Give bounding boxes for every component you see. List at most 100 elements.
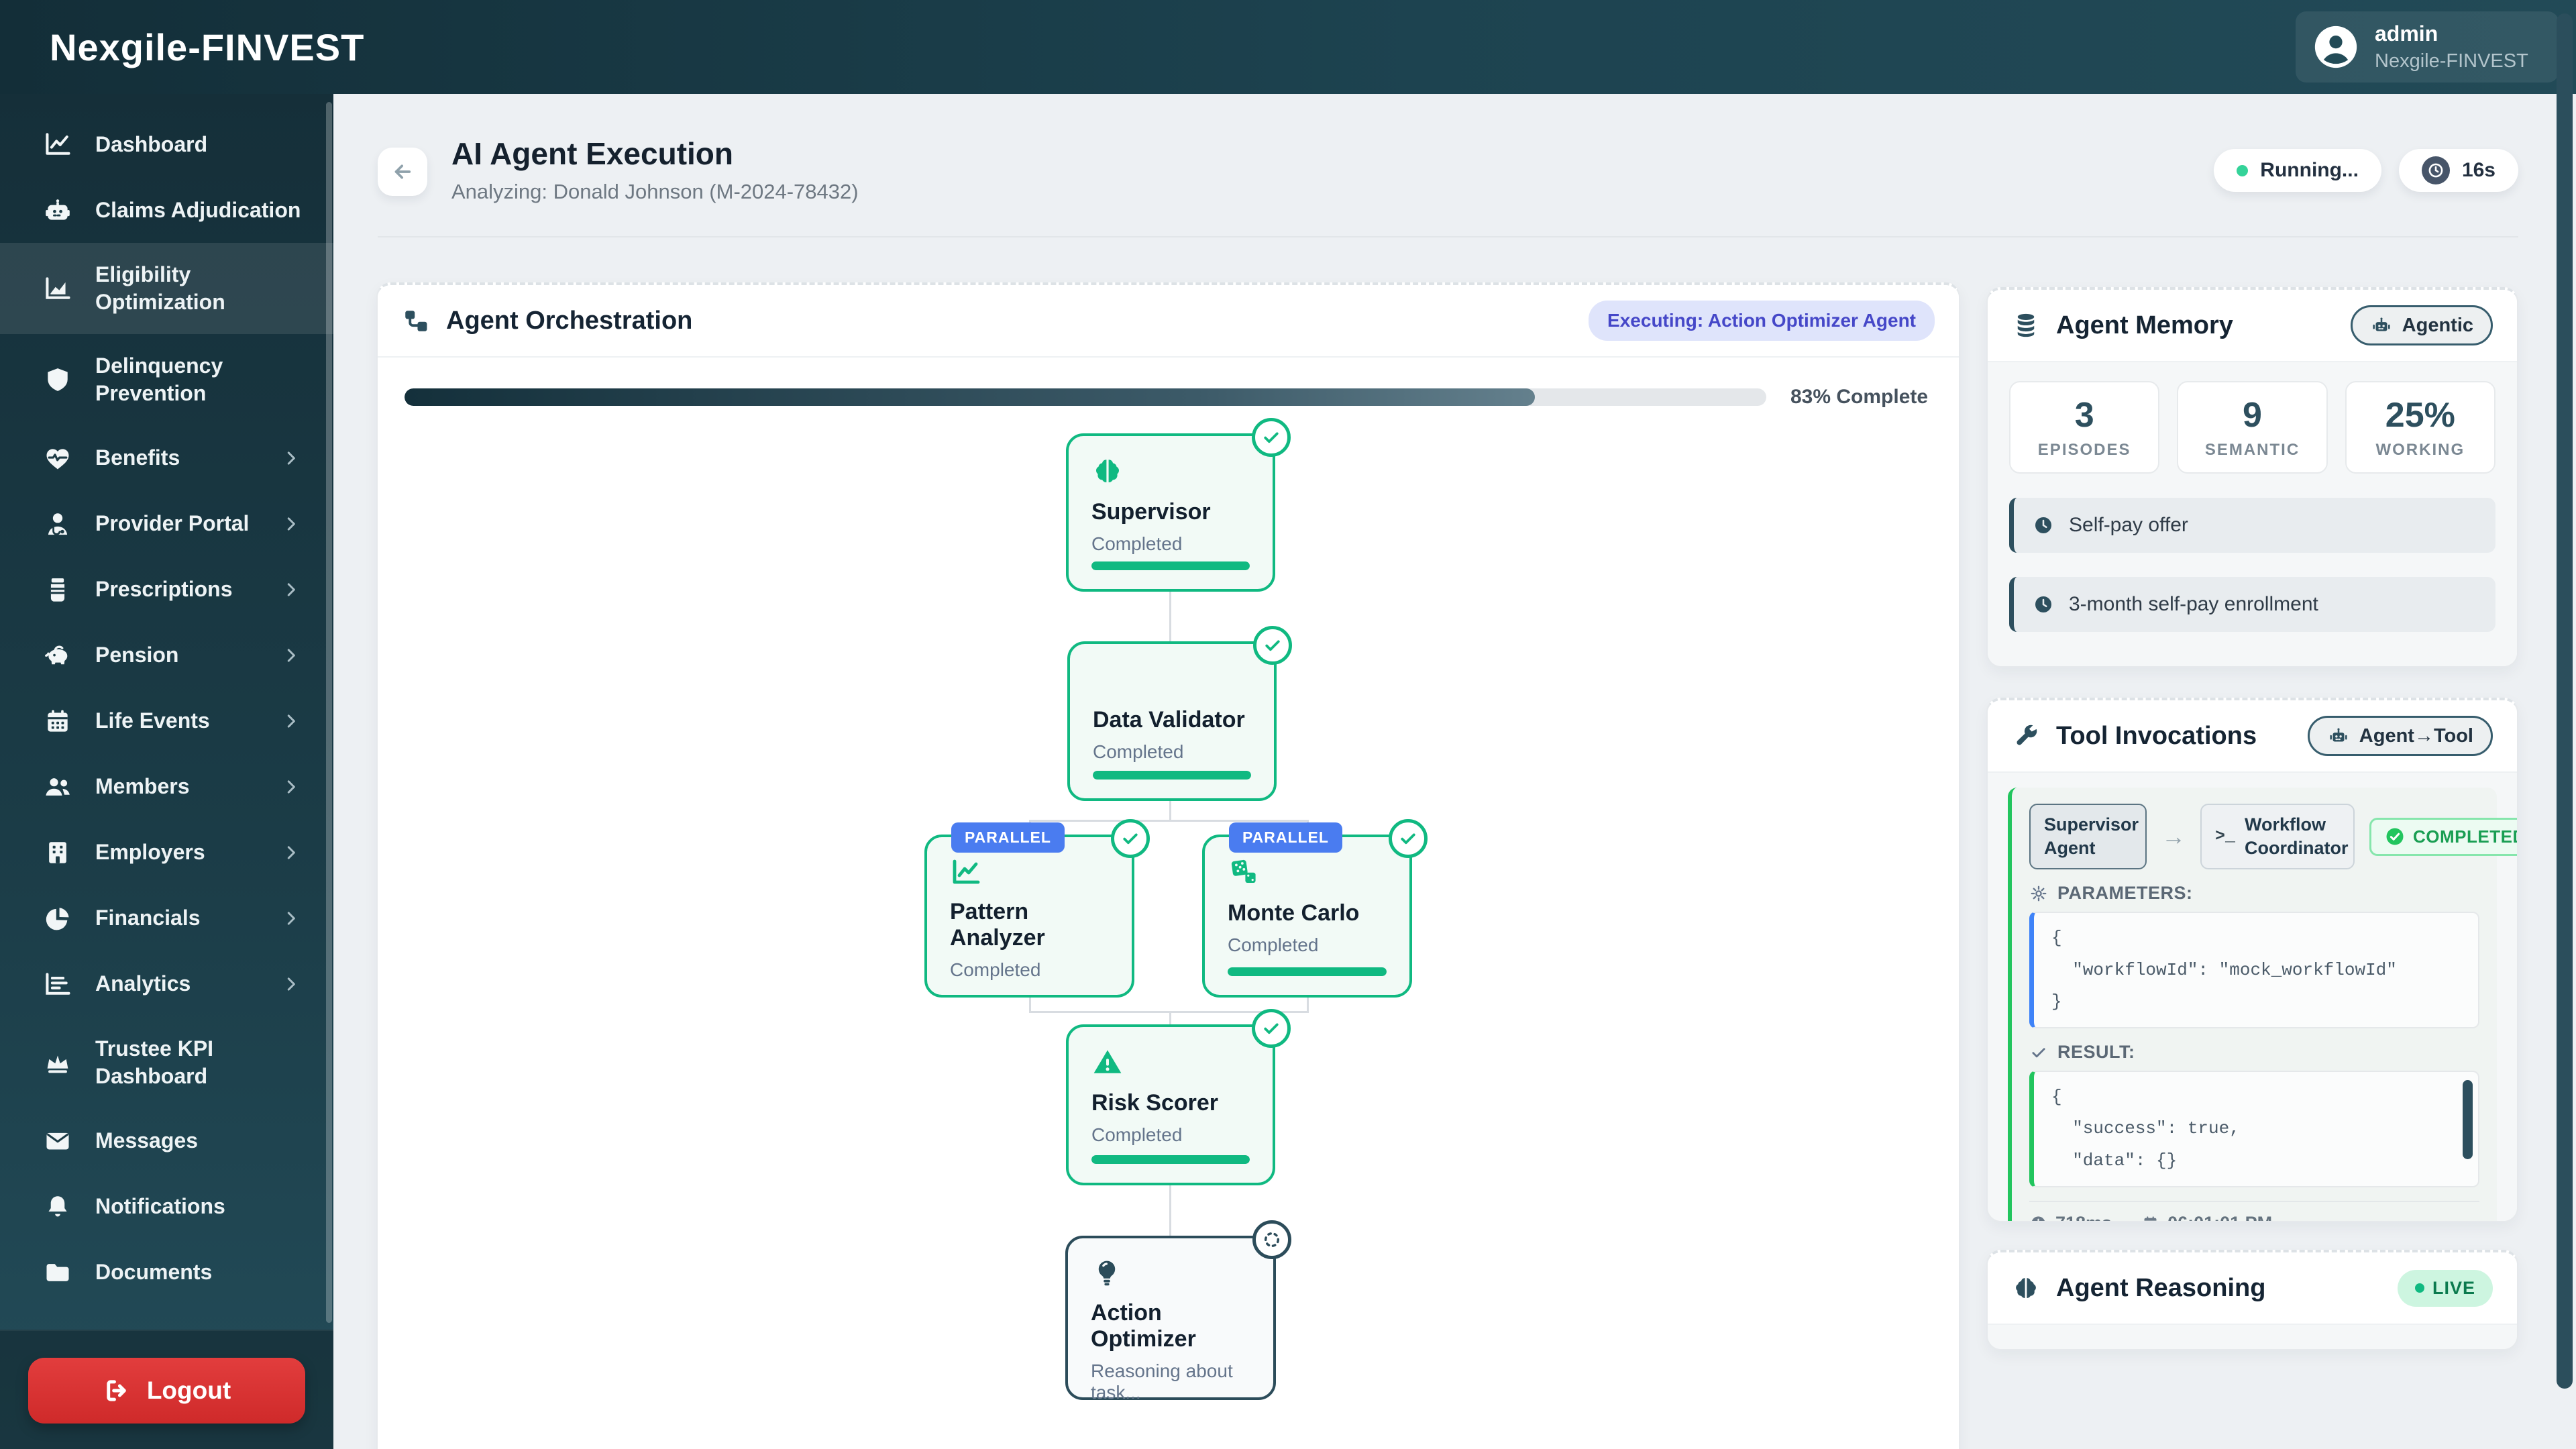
logout-button[interactable]: Logout: [28, 1358, 305, 1424]
back-button[interactable]: [378, 148, 427, 196]
brain-icon: [2016, 1278, 2036, 1298]
live-label: LIVE: [2432, 1277, 2475, 1298]
sidebar-item-financials[interactable]: Financials: [0, 885, 333, 951]
memory-title: Agent Memory: [2056, 311, 2233, 339]
connector: [1169, 801, 1171, 821]
page-scrollbar[interactable]: [2557, 13, 2573, 1389]
wrench-icon: [2017, 724, 2037, 745]
sidebar-item-pension[interactable]: Pension: [0, 623, 333, 688]
sidebar-item-label: Dashboard: [95, 131, 208, 156]
sidebar-item-label: Claims Adjudication: [95, 197, 301, 222]
sidebar-scrollbar[interactable]: [326, 102, 332, 1323]
crown-icon: [47, 1055, 68, 1073]
sidebar-item-eligibility-optimization[interactable]: Eligibility Optimization: [0, 243, 333, 334]
stat-label: WORKING: [2375, 441, 2465, 459]
dice-icon: [1228, 856, 1387, 890]
sidebar-item-label: Financials: [95, 906, 201, 930]
warning-triangle-icon: [1091, 1046, 1250, 1079]
sidebar-item-label: Life Events: [95, 708, 210, 733]
sidebar-item-analytics[interactable]: Analytics: [0, 951, 333, 1017]
sidebar-item-members[interactable]: Members: [0, 754, 333, 820]
reasoning-header: Agent Reasoning LIVE: [1988, 1252, 2517, 1325]
sidebar-item-prescriptions[interactable]: Prescriptions: [0, 557, 333, 623]
flow-canvas: Supervisor Completed Data Validator Comp…: [378, 285, 1959, 1449]
page-subtitle: Analyzing: Donald Johnson (M-2024-78432): [451, 180, 859, 203]
node-progress-fill: [1091, 1155, 1250, 1164]
node-progress-fill: [1093, 771, 1251, 780]
node-status: Completed: [1093, 741, 1184, 762]
code-scrollbar[interactable]: [2463, 1080, 2473, 1160]
piggy-bank-icon: [45, 645, 68, 665]
sidebar-item-life-events[interactable]: Life Events: [0, 688, 333, 754]
connector: [1169, 1185, 1171, 1236]
live-dot-icon: [2414, 1283, 2424, 1293]
check-badge-icon: [1111, 819, 1150, 858]
sidebar-item-label: Employers: [95, 840, 205, 865]
node-status: Completed: [1228, 934, 1319, 955]
spinner-badge-icon: [1252, 1220, 1291, 1259]
chevron-right-icon: [287, 912, 295, 925]
sidebar-item-label: Trustee KPI Dashboard: [95, 1036, 214, 1088]
sidebar-item-label: Members: [95, 774, 190, 799]
agent-tool-badge[interactable]: Agent→Tool: [2307, 716, 2493, 756]
sidebar-item-delinquency-prevention[interactable]: Delinquency Prevention: [0, 334, 333, 425]
tools-header: Tool Invocations Agent→Tool: [1988, 700, 2517, 773]
check-circle-icon: [2386, 828, 2404, 845]
heart-pulse-icon: [46, 449, 69, 470]
connector: [1169, 592, 1171, 641]
sidebar-item-employers[interactable]: Employers: [0, 820, 333, 885]
sidebar-item-label: Provider Portal: [95, 511, 250, 536]
user-menu[interactable]: admin Nexgile-FINVEST: [2296, 11, 2559, 83]
memory-item: Self-pay offer: [2009, 498, 2496, 553]
sidebar-item-label: Eligibility Optimization: [95, 262, 225, 314]
sidebar-item-notifications[interactable]: Notifications: [0, 1174, 333, 1240]
sidebar-nav: Dashboard Claims Adjudication Eligibilit…: [0, 94, 333, 1305]
sidebar-item-documents[interactable]: Documents: [0, 1240, 333, 1305]
gear-icon: [2031, 885, 2047, 902]
sidebar-item-benefits[interactable]: Benefits: [0, 425, 333, 491]
terminal-icon: >_: [2215, 826, 2236, 846]
agentic-badge[interactable]: Agentic: [2350, 305, 2493, 345]
sidebar-item-provider-portal[interactable]: Provider Portal: [0, 491, 333, 557]
flow-node-supervisor[interactable]: Supervisor Completed: [1066, 418, 1291, 592]
check-icon: [2032, 1047, 2045, 1057]
node-status: Completed: [1091, 1124, 1183, 1145]
stat-semantic: 9 SEMANTIC: [2177, 381, 2328, 474]
stat-value: 25%: [2385, 396, 2455, 435]
flow-node-monte-carlo[interactable]: PARALLEL Monte Carlo Completed: [1202, 819, 1428, 998]
stat-episodes: 3 EPISODES: [2009, 381, 2160, 474]
sidebar: Dashboard Claims Adjudication Eligibilit…: [0, 94, 333, 1449]
folder-icon: [46, 1263, 69, 1281]
sidebar-item-messages[interactable]: Messages: [0, 1108, 333, 1174]
arrow-right-icon: →: [2161, 822, 2186, 851]
header-status-pills: Running... 16s: [2214, 149, 2518, 192]
flow-node-data-validator[interactable]: Data Validator Completed: [1067, 626, 1292, 801]
memory-item: 3-month self-pay enrollment: [2009, 577, 2496, 632]
status-label: Running...: [2260, 159, 2359, 181]
connector: [1029, 996, 1031, 1012]
flow-node-pattern-analyzer[interactable]: PARALLEL Pattern Analyzer Completed: [924, 819, 1150, 998]
node-title: Action Optimizer: [1091, 1300, 1196, 1352]
invocation-divider: [2029, 1201, 2479, 1203]
sidebar-item-trustee-kpi-dashboard[interactable]: Trustee KPI Dashboard: [0, 1017, 333, 1108]
node-title: Supervisor: [1091, 499, 1211, 525]
chevron-right-icon: [287, 451, 295, 465]
result-code-block: { "success": true, "data": {}: [2029, 1071, 2479, 1188]
calendar-icon: [48, 710, 68, 732]
sidebar-item-claims-adjudication[interactable]: Claims Adjudication: [0, 177, 333, 243]
tools-body: Supervisor Agent → >_ Workflow Coordinat…: [1988, 773, 2517, 1221]
invocation-meta: 718ms 06:01:01 PM: [2029, 1213, 2479, 1221]
sidebar-item-dashboard[interactable]: Dashboard: [0, 111, 333, 177]
node-icon-placeholder: [1093, 663, 1251, 696]
chevron-right-icon: [287, 977, 295, 991]
flow-node-action-optimizer[interactable]: Action Optimizer Reasoning about task...: [1065, 1220, 1291, 1403]
flow-node-risk-scorer[interactable]: Risk Scorer Completed: [1066, 1009, 1291, 1185]
elapsed-label: 16s: [2461, 159, 2496, 181]
check-badge-icon: [1252, 1009, 1291, 1048]
parameters-label: PARAMETERS:: [2057, 883, 2193, 904]
avatar-icon: [2314, 25, 2357, 68]
stat-label: SEMANTIC: [2204, 441, 2300, 459]
node-progress-fill: [1228, 967, 1387, 976]
memory-body: 3 EPISODES 9 SEMANTIC 25% WORKING Self-p…: [1988, 362, 2517, 666]
chevron-right-icon: [287, 649, 295, 662]
